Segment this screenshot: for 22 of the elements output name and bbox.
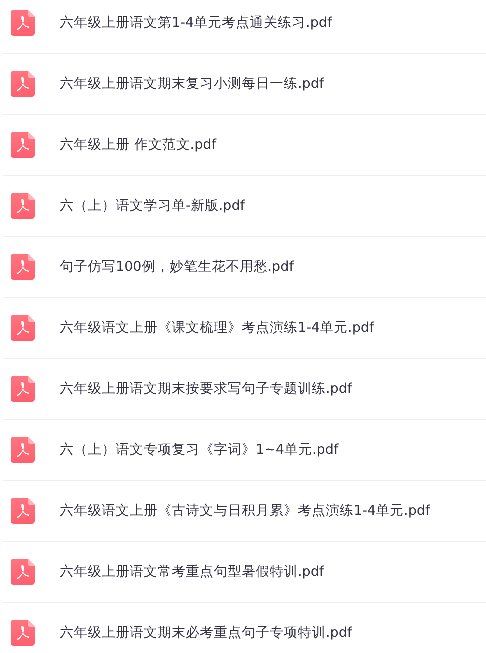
pdf-file-icon [11, 315, 35, 341]
file-name[interactable]: 六年级上册语文期末按要求写句子专题训练.pdf [60, 380, 352, 398]
pdf-file-icon [11, 559, 35, 585]
pdf-file-icon [11, 437, 35, 463]
file-name[interactable]: 六年级语文上册《古诗文与日积月累》考点演练1-4单元.pdf [60, 502, 430, 520]
file-name[interactable]: 六年级上册语文期末复习小测每日一练.pdf [60, 75, 324, 93]
pdf-file-icon [11, 132, 35, 158]
file-name[interactable]: 六年级上册 作文范文.pdf [60, 136, 216, 154]
file-name[interactable]: 六年级上册语文第1-4单元考点通关练习.pdf [60, 14, 332, 32]
file-name[interactable]: 六年级上册语文期末必考重点句子专项特训.pdf [60, 624, 352, 642]
pdf-file-icon [11, 376, 35, 402]
file-name[interactable]: 六年级上册语文常考重点句型暑假特训.pdf [60, 563, 324, 581]
file-name[interactable]: 句子仿写100例，妙笔生花不用愁.pdf [60, 258, 294, 276]
pdf-file-icon [11, 193, 35, 219]
pdf-file-icon [11, 10, 35, 36]
file-name[interactable]: 六年级语文上册《课文梳理》考点演练1-4单元.pdf [60, 319, 374, 337]
file-name[interactable]: 六（上）语文专项复习《字词》1~4单元.pdf [60, 441, 339, 459]
pdf-file-icon [11, 620, 35, 646]
file-name[interactable]: 六（上）语文学习单-新版.pdf [60, 197, 246, 215]
pdf-file-icon [11, 71, 35, 97]
pdf-file-icon [11, 498, 35, 524]
pdf-file-icon [11, 254, 35, 280]
